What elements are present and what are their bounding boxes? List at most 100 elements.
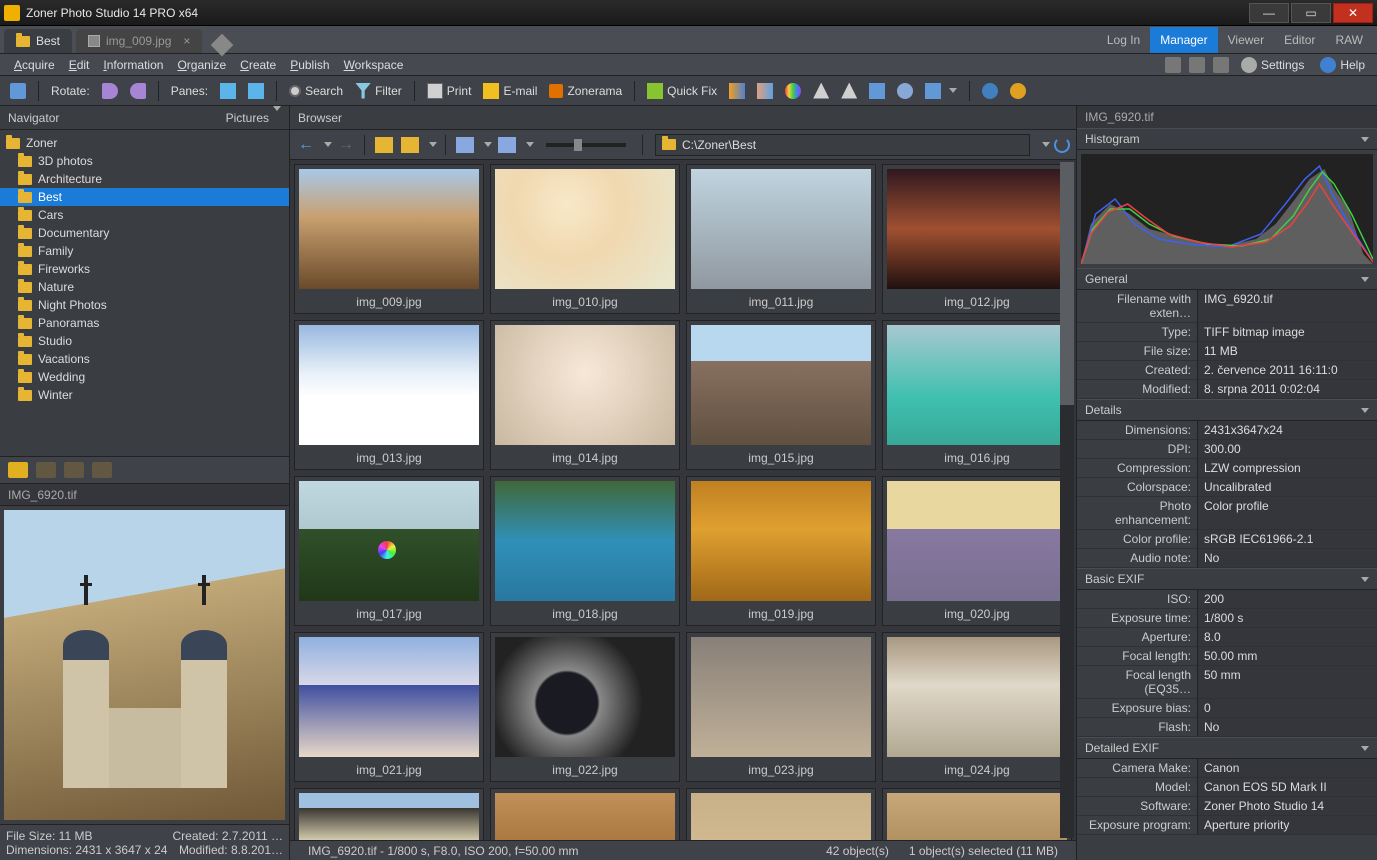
- resize-button[interactable]: [893, 81, 917, 101]
- thumbnail[interactable]: [490, 788, 680, 840]
- pane2-button[interactable]: [244, 81, 268, 101]
- thumbnail[interactable]: img_012.jpg: [882, 164, 1072, 314]
- thumbnail-grid[interactable]: img_009.jpgimg_010.jpgimg_011.jpgimg_012…: [290, 160, 1076, 840]
- thumbnail[interactable]: img_021.jpg: [294, 632, 484, 782]
- sort-button[interactable]: [456, 137, 474, 153]
- filter-button[interactable]: Filter: [351, 81, 406, 101]
- calendar-icon[interactable]: [1189, 57, 1205, 73]
- menu-edit[interactable]: Edit: [63, 56, 96, 74]
- navigator-mode-dropdown[interactable]: Pictures: [226, 111, 281, 125]
- navtool-camera-icon[interactable]: [64, 462, 84, 478]
- path-input[interactable]: C:\Zoner\Best: [655, 134, 1030, 156]
- scrollbar[interactable]: [1060, 162, 1074, 838]
- search-button[interactable]: Search: [285, 82, 347, 100]
- email-button[interactable]: E-mail: [479, 81, 541, 101]
- menu-information[interactable]: Information: [97, 56, 169, 74]
- tree-item[interactable]: Best: [0, 188, 289, 206]
- path-dropdown[interactable]: [1042, 142, 1050, 147]
- publish-button[interactable]: [1006, 81, 1030, 101]
- thumbnail[interactable]: img_011.jpg: [686, 164, 876, 314]
- acquire-button[interactable]: [6, 81, 30, 101]
- color-button[interactable]: [781, 81, 805, 101]
- menu-create[interactable]: Create: [234, 56, 282, 74]
- edit-tab-icon[interactable]: [211, 34, 234, 57]
- menu-workspace[interactable]: Workspace: [338, 56, 410, 74]
- navtool-favorites-icon[interactable]: [36, 462, 56, 478]
- print-button[interactable]: Print: [423, 81, 476, 101]
- zonerama-button[interactable]: Zonerama: [545, 82, 626, 100]
- refresh-icon[interactable]: [1054, 137, 1070, 153]
- web-icon[interactable]: [1213, 57, 1229, 73]
- up-folder-button[interactable]: [375, 137, 393, 153]
- thumbnail[interactable]: [686, 788, 876, 840]
- section-header-detailed_exif[interactable]: Detailed EXIF: [1077, 737, 1377, 759]
- tree-item[interactable]: Panoramas: [0, 314, 289, 332]
- login-link[interactable]: Log In: [1097, 27, 1150, 53]
- tree-item[interactable]: Cars: [0, 206, 289, 224]
- section-header-general[interactable]: General: [1077, 268, 1377, 290]
- tree-item[interactable]: Vacations: [0, 350, 289, 368]
- pane1-button[interactable]: [216, 81, 240, 101]
- section-header-details[interactable]: Details: [1077, 399, 1377, 421]
- thumbnail[interactable]: img_024.jpg: [882, 632, 1072, 782]
- sharpen2-button[interactable]: [837, 81, 861, 101]
- thumbnail[interactable]: img_016.jpg: [882, 320, 1072, 470]
- levels2-button[interactable]: [753, 81, 777, 101]
- settings-button[interactable]: Settings: [1237, 55, 1308, 75]
- tree-item-root[interactable]: Zoner: [0, 134, 289, 152]
- view-grid-button[interactable]: [498, 137, 516, 153]
- thumbnail[interactable]: img_010.jpg: [490, 164, 680, 314]
- rotate-ccw-button[interactable]: [98, 81, 122, 101]
- tree-item[interactable]: Nature: [0, 278, 289, 296]
- mode-editor[interactable]: Editor: [1274, 27, 1325, 53]
- tree-item[interactable]: 3D photos: [0, 152, 289, 170]
- tree-item[interactable]: Wedding: [0, 368, 289, 386]
- histogram-header[interactable]: Histogram: [1077, 128, 1377, 150]
- tree-item[interactable]: Studio: [0, 332, 289, 350]
- thumbnail[interactable]: img_009.jpg: [294, 164, 484, 314]
- new-folder-button[interactable]: [401, 137, 419, 153]
- help-button[interactable]: Help: [1316, 55, 1369, 75]
- menu-publish[interactable]: Publish: [284, 56, 335, 74]
- tree-item[interactable]: Documentary: [0, 224, 289, 242]
- notif-icon[interactable]: [1165, 57, 1181, 73]
- tab-image[interactable]: img_009.jpg ×: [76, 29, 202, 53]
- batch-button[interactable]: [921, 81, 961, 101]
- thumb-size-slider[interactable]: [546, 143, 626, 147]
- thumbnail[interactable]: img_020.jpg: [882, 476, 1072, 626]
- thumbnail[interactable]: img_017.jpg: [294, 476, 484, 626]
- thumbnail[interactable]: img_013.jpg: [294, 320, 484, 470]
- quickfix-button[interactable]: Quick Fix: [643, 81, 721, 101]
- thumbnail[interactable]: [294, 788, 484, 840]
- tab-best[interactable]: Best: [4, 29, 72, 53]
- rotate-cw-button[interactable]: [126, 81, 150, 101]
- navtool-compare-icon[interactable]: [92, 462, 112, 478]
- close-button[interactable]: ✕: [1333, 3, 1373, 23]
- thumbnail[interactable]: img_014.jpg: [490, 320, 680, 470]
- mode-viewer[interactable]: Viewer: [1218, 27, 1274, 53]
- tree-item[interactable]: Fireworks: [0, 260, 289, 278]
- nav-forward-button[interactable]: →: [336, 136, 356, 154]
- web-button[interactable]: [978, 81, 1002, 101]
- tab-close-icon[interactable]: ×: [183, 34, 190, 48]
- preview-pane[interactable]: [0, 506, 289, 824]
- menu-organize[interactable]: Organize: [171, 56, 232, 74]
- menu-acquire[interactable]: Acquire: [8, 56, 61, 74]
- maximize-button[interactable]: ▭: [1291, 3, 1331, 23]
- tree-item[interactable]: Family: [0, 242, 289, 260]
- navtool-folders-icon[interactable]: [8, 462, 28, 478]
- editimg-button[interactable]: [865, 81, 889, 101]
- thumbnail[interactable]: [882, 788, 1072, 840]
- thumbnail[interactable]: img_022.jpg: [490, 632, 680, 782]
- nav-back-button[interactable]: ←: [296, 136, 316, 154]
- folder-tree[interactable]: Zoner 3D photosArchitectureBestCarsDocum…: [0, 130, 289, 456]
- mode-manager[interactable]: Manager: [1150, 27, 1217, 53]
- thumbnail[interactable]: img_019.jpg: [686, 476, 876, 626]
- thumbnail[interactable]: img_018.jpg: [490, 476, 680, 626]
- levels-button[interactable]: [725, 81, 749, 101]
- mode-raw[interactable]: RAW: [1325, 27, 1373, 53]
- tree-item[interactable]: Night Photos: [0, 296, 289, 314]
- section-header-basic_exif[interactable]: Basic EXIF: [1077, 568, 1377, 590]
- sharpen-button[interactable]: [809, 81, 833, 101]
- tree-item[interactable]: Architecture: [0, 170, 289, 188]
